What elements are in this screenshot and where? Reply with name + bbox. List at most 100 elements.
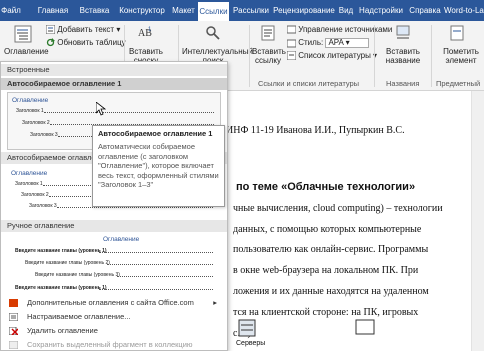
group-label-index: Предметный xyxy=(436,79,481,88)
doc-paragraph-line: пользователю как онлайн-сервис. Программ… xyxy=(233,244,429,255)
menu-remove-toc[interactable]: Удалить оглавление xyxy=(5,324,223,338)
tab-mailings[interactable]: Рассылки xyxy=(230,0,272,21)
mark-entry-icon xyxy=(450,25,464,41)
ribbon-separator xyxy=(374,25,375,87)
doc-authors-line: ИНФ 11-19 Иванова И.И., Пупыркин В.С. xyxy=(226,125,405,136)
tab-help[interactable]: Справка xyxy=(406,0,444,21)
bibliography-icon xyxy=(287,51,296,61)
insert-caption-label: Вставить название xyxy=(385,47,421,65)
add-text-label: Добавить текст xyxy=(57,25,115,34)
computer-icon xyxy=(355,319,375,335)
citation-icon xyxy=(261,25,275,41)
doc-heading: по теме «Облачные технологии» xyxy=(236,181,416,193)
menu-custom-label: Настраиваемое оглавление... xyxy=(27,312,131,321)
office-icon xyxy=(9,299,18,307)
footnote-icon: AB1 xyxy=(138,27,152,39)
thumb-leader xyxy=(57,207,213,208)
manual-level-2: Введите название главы (уровень 2) xyxy=(25,260,110,266)
tab-word-to-latex[interactable]: Word-to-LaTeX xyxy=(444,0,484,21)
thumb-heading-1: Заголовок 1 xyxy=(15,181,43,187)
add-text-icon xyxy=(46,25,55,35)
update-table-button[interactable]: Обновить таблицу xyxy=(46,38,126,47)
thumb-heading-2: Заголовок 2 xyxy=(22,120,50,126)
thumb-leader xyxy=(99,289,213,290)
mark-entry-button[interactable]: Пометить элемент xyxy=(435,25,483,73)
thumb-heading-3: Заголовок 3 xyxy=(29,203,57,209)
style-label: Стиль: xyxy=(298,38,324,48)
tooltip-title: Автособираемое оглавление 1 xyxy=(98,129,213,138)
thumb-heading-3: Заголовок 3 xyxy=(30,132,58,138)
group-label-citations: Ссылки и списки литературы xyxy=(258,79,360,88)
section-builtin-header: Встроенные xyxy=(1,64,227,76)
group-label-captions: Названия xyxy=(386,79,420,88)
menu-more-label: Дополнительные оглавления с сайта Office… xyxy=(27,298,194,307)
style-icon xyxy=(287,39,296,47)
doc-paragraph-line: ложения и их данные находятся на удаленн… xyxy=(233,286,429,297)
vertical-scrollbar[interactable] xyxy=(471,91,484,351)
doc-paragraph-line: чные вычисления, cloud computing) – техн… xyxy=(233,203,443,214)
ribbon-tabs-bar: Файл Главная Вставка Конструктор Макет С… xyxy=(0,0,484,21)
insert-caption-button[interactable]: Вставить название xyxy=(379,25,427,73)
tab-addins[interactable]: Надстройки xyxy=(356,0,406,21)
custom-toc-icon xyxy=(9,313,18,321)
refresh-icon xyxy=(46,38,55,47)
tab-review[interactable]: Рецензирование xyxy=(272,0,336,21)
thumb-leader xyxy=(44,112,214,113)
search-icon xyxy=(206,26,220,40)
ribbon-separator xyxy=(249,25,250,87)
caption-icon xyxy=(396,25,410,39)
manual-title: Оглавление xyxy=(103,236,140,243)
manual-toc-preview[interactable]: Оглавление Введите название главы (урове… xyxy=(7,234,221,300)
manual-level-1: Введите название главы (уровень 1) xyxy=(15,248,107,254)
ribbon-separator xyxy=(431,25,432,87)
thumb-title: Оглавление xyxy=(12,97,49,104)
manage-sources-icon xyxy=(287,25,296,34)
bibliography-button[interactable]: Список литературы ▾ xyxy=(287,51,377,61)
bibliography-label: Список литературы xyxy=(298,51,371,60)
toc-icon xyxy=(14,25,32,43)
thumb-heading-1: Заголовок 1 xyxy=(16,108,44,114)
tab-insert[interactable]: Вставка xyxy=(74,0,115,21)
manual-level-3: Введите название главы (уровень 3) xyxy=(35,272,120,278)
insert-citation-label: Вставить ссылку xyxy=(252,47,286,65)
thumb-title: Оглавление xyxy=(11,170,48,177)
insert-citation-button[interactable]: Вставить ссылку xyxy=(252,25,286,73)
thumb-leader xyxy=(99,252,213,253)
tab-home[interactable]: Главная xyxy=(33,0,73,21)
tab-layout[interactable]: Макет xyxy=(169,0,198,21)
update-table-label: Обновить таблицу xyxy=(57,38,126,47)
server-icon xyxy=(238,319,256,337)
toc-button-label: Оглавление xyxy=(4,47,49,56)
menu-custom-toc[interactable]: Настраиваемое оглавление... xyxy=(5,310,223,324)
tab-view[interactable]: Вид xyxy=(336,0,356,21)
style-dropdown[interactable]: APA ▾ xyxy=(325,38,370,48)
manual-toc-header: Ручное оглавление xyxy=(1,220,227,232)
doc-paragraph-line: данных, с помощью которых компьютерные xyxy=(233,224,422,235)
tab-design[interactable]: Конструктор xyxy=(116,0,168,21)
manual-level-1: Введите название главы (уровень 1) xyxy=(15,285,107,291)
menu-remove-label: Удалить оглавление xyxy=(27,326,98,335)
doc-figure-label: Серверы xyxy=(236,340,266,347)
menu-save-selection: Сохранить выделенный фрагмент в коллекци… xyxy=(5,338,223,351)
auto-toc-1-header: Автособираемое оглавление 1 xyxy=(1,78,227,90)
doc-paragraph-line: в окне web-браузера на локальном ПК. При xyxy=(233,265,419,276)
submenu-arrow-icon: ▸ xyxy=(213,298,217,307)
mark-entry-label: Пометить элемент xyxy=(443,47,479,65)
add-text-button[interactable]: Добавить текст ▾ xyxy=(46,25,120,35)
tooltip-auto-toc-1: Автособираемое оглавление 1 Автоматическ… xyxy=(92,125,225,207)
tooltip-body: Автоматически собираемое оглавление (с з… xyxy=(98,142,219,189)
tab-references[interactable]: Ссылки xyxy=(198,0,229,21)
mouse-cursor-icon xyxy=(96,102,106,116)
tab-file[interactable]: Файл xyxy=(0,0,22,21)
save-selection-icon xyxy=(9,341,18,349)
thumb-heading-2: Заголовок 2 xyxy=(21,192,49,198)
doc-paragraph-line: тся на клиентской стороне: на ПК, игровы… xyxy=(233,307,419,318)
menu-save-label: Сохранить выделенный фрагмент в коллекци… xyxy=(27,340,193,349)
manage-sources-button[interactable]: Управление источниками xyxy=(287,25,392,34)
style-value: APA xyxy=(328,38,344,47)
thumb-leader xyxy=(107,264,213,265)
thumb-leader xyxy=(117,276,213,277)
menu-more-from-office[interactable]: Дополнительные оглавления с сайта Office… xyxy=(5,296,223,310)
remove-toc-icon xyxy=(9,327,18,335)
style-selector[interactable]: Стиль: APA ▾ xyxy=(287,38,370,48)
